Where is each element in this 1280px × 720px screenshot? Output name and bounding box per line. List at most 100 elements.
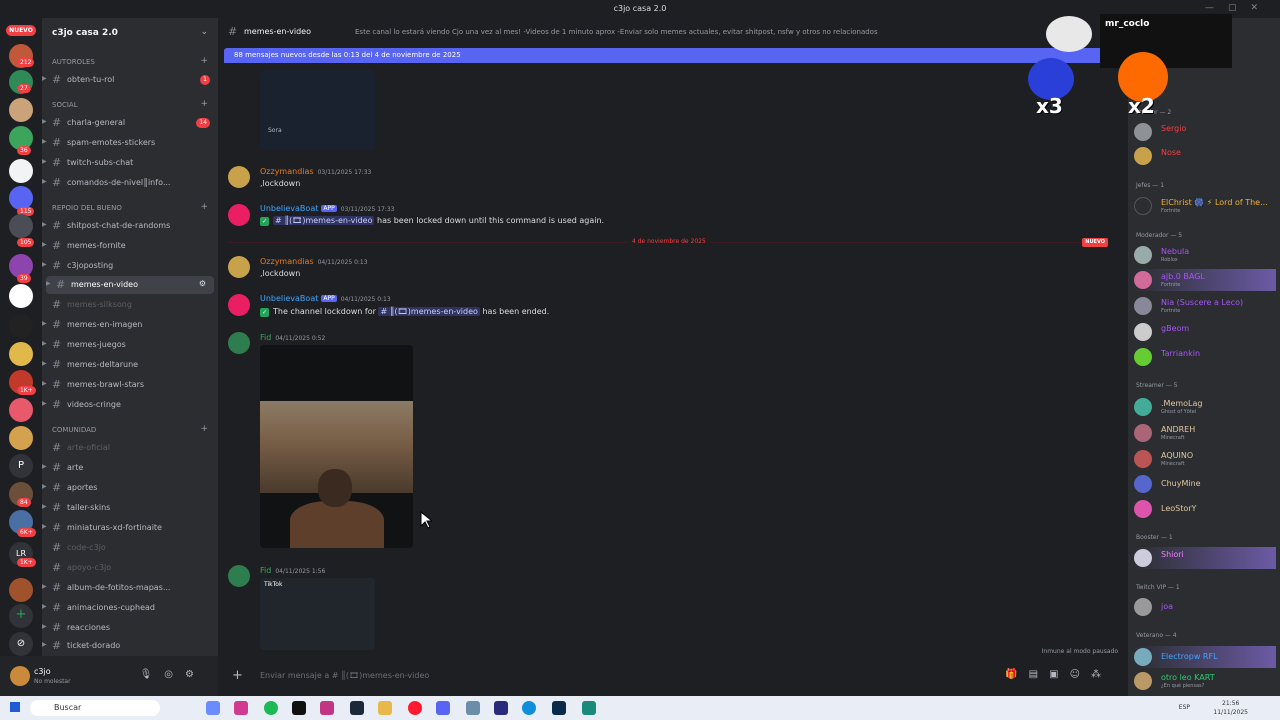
clock[interactable]: 21:56 11/11/2025 <box>1213 699 1248 717</box>
avatar[interactable] <box>228 166 250 188</box>
chevron-down-icon[interactable]: ⌄ <box>200 27 208 37</box>
channel-item[interactable]: ▶ # memes-juegos <box>42 336 218 354</box>
add-channel-icon[interactable]: + <box>200 202 208 212</box>
member-item[interactable]: LeoStorY <box>1134 498 1276 520</box>
app-icon[interactable] <box>466 701 480 715</box>
channel-item[interactable]: ▶ # memes-deltarune <box>42 356 218 374</box>
member-item[interactable]: Nebula Roblox <box>1134 244 1276 266</box>
member-item[interactable]: Electropw RFL <box>1134 646 1276 668</box>
username[interactable]: c3jo <box>34 667 51 676</box>
message-composer[interactable]: + Enviar mensaje a # ║(🎞)memes-en-video … <box>224 662 1122 690</box>
member-item[interactable]: Tarriankin <box>1134 346 1276 368</box>
channel-item[interactable]: # code-c3jo <box>42 539 218 557</box>
message-author[interactable]: Fid 04/11/2025 1:56 <box>260 566 325 575</box>
discord-icon[interactable] <box>436 701 450 715</box>
channel-item-active[interactable]: ▶ # memes-en-video ⚙ <box>46 276 214 294</box>
avatar[interactable] <box>228 204 250 226</box>
category-social[interactable]: SOCIAL <box>52 101 78 109</box>
member-item[interactable]: joa <box>1134 596 1276 618</box>
window-controls[interactable]: —▢✕ <box>1205 3 1272 13</box>
avatar[interactable] <box>228 256 250 278</box>
add-channel-icon[interactable]: + <box>200 424 208 434</box>
channel-item[interactable]: ▶ # twitch-subs-chat <box>42 154 218 172</box>
server-icon[interactable] <box>9 214 33 238</box>
channel-item[interactable]: ▶ # arte <box>42 459 218 477</box>
server-icon[interactable] <box>9 284 33 308</box>
guild-name[interactable]: c3jo casa 2.0 <box>52 28 118 38</box>
channel-item[interactable]: ▶ # animaciones-cuphead <box>42 599 218 617</box>
app-icon[interactable] <box>292 701 306 715</box>
add-channel-icon[interactable]: + <box>200 99 208 109</box>
server-icon[interactable] <box>9 98 33 122</box>
channel-item[interactable]: ▶ # memes-fornite <box>42 237 218 255</box>
server-icon[interactable]: P <box>9 454 33 478</box>
channel-item[interactable]: ▶ # taller-skins <box>42 499 218 517</box>
avatar[interactable] <box>228 565 250 587</box>
member-item[interactable]: AQUINO Minecraft <box>1134 448 1276 470</box>
video-attachment[interactable]: TikTok <box>260 578 375 650</box>
message-author[interactable]: UnbelievaBoat APP 04/11/2025 0:13 <box>260 294 391 303</box>
member-item[interactable]: ChuyMine <box>1134 473 1276 495</box>
channel-item[interactable]: ▶ # obten-tu-rol 1 <box>42 71 218 89</box>
member-item[interactable]: .MemoLag Ghost of Yōtei <box>1134 396 1276 418</box>
channel-item[interactable]: # apoyo-c3jo <box>42 559 218 577</box>
channel-item[interactable]: ▶ # memes-brawl-stars <box>42 376 218 394</box>
channel-item[interactable]: ▶ # charla-general 14 <box>42 114 218 132</box>
member-item[interactable]: ajb.0 BAGL Fortnite <box>1134 269 1276 291</box>
channel-item[interactable]: ▶ # reacciones <box>42 619 218 637</box>
channel-item[interactable]: # memes-silksong <box>42 296 218 314</box>
new-badge[interactable]: NUEVO <box>6 25 36 36</box>
server-icon[interactable] <box>9 159 33 183</box>
member-item[interactable]: Shiori <box>1134 547 1276 569</box>
channel-item[interactable]: # arte-oficial <box>42 439 218 457</box>
server-icon[interactable] <box>9 314 33 338</box>
video-embed[interactable]: Sora <box>260 70 375 150</box>
voice-controls[interactable]: 🎙◎⚙ <box>140 669 206 680</box>
channel-item[interactable]: ▶ # c3joposting <box>42 257 218 275</box>
member-item[interactable]: otro leo KART ¿En qué piensas? <box>1134 670 1276 692</box>
avatar[interactable] <box>228 294 250 316</box>
opera-icon[interactable] <box>408 701 422 715</box>
app-icon[interactable] <box>320 701 334 715</box>
add-attachment-icon[interactable]: + <box>232 668 243 683</box>
premiere-icon[interactable] <box>494 701 508 715</box>
category-autoroles[interactable]: AUTOROLES <box>52 58 95 66</box>
add-channel-icon[interactable]: + <box>200 56 208 66</box>
message-author[interactable]: UnbelievaBoat APP 03/11/2025 17:33 <box>260 204 394 213</box>
category-comunidad[interactable]: COMUNIDAD <box>52 426 96 434</box>
channel-item[interactable]: ▶ # miniaturas-xd-fortinaite <box>42 519 218 537</box>
spotify-icon[interactable] <box>264 701 278 715</box>
server-icon[interactable] <box>9 426 33 450</box>
channel-item[interactable]: ▶ # ticket-dorado <box>42 637 218 655</box>
channel-item[interactable]: ▶ # comandos-de-nivel║info... <box>42 174 218 192</box>
photoshop-icon[interactable] <box>552 701 566 715</box>
new-messages-bar[interactable]: 88 mensajes nuevos desde las 0:13 del 4 … <box>224 48 1122 63</box>
member-item[interactable]: ANDREH Minecraft <box>1134 422 1276 444</box>
message-input[interactable]: Enviar mensaje a # ║(🎞)memes-en-video <box>260 671 429 680</box>
app-icon[interactable] <box>206 701 220 715</box>
language-indicator[interactable]: ESP <box>1179 704 1190 711</box>
member-item[interactable]: Sergio <box>1134 121 1276 143</box>
channel-item[interactable]: ▶ # shitpost-chat-de-randoms <box>42 217 218 235</box>
member-item[interactable]: ElChrist 🎆 ⚡ Lord of The... Fortnite <box>1134 195 1276 217</box>
member-item[interactable]: Nia (Suscere a Leco) Fortnite <box>1134 295 1276 317</box>
settings-icon[interactable]: ⚙ <box>199 279 206 288</box>
add-server-icon[interactable]: + <box>9 604 33 628</box>
taskbar-search[interactable]: Buscar <box>30 700 160 716</box>
windows-start-icon[interactable] <box>10 702 20 712</box>
discover-icon[interactable]: ⊘ <box>9 632 33 656</box>
folder-icon[interactable] <box>378 701 392 715</box>
message-author[interactable]: Ozzymandias 03/11/2025 17:33 <box>260 167 371 176</box>
member-item[interactable]: gBeom <box>1134 321 1276 343</box>
member-item[interactable]: Nose <box>1134 145 1276 167</box>
server-icon[interactable] <box>9 398 33 422</box>
channel-topic[interactable]: Este canal lo estará viendo Cjo una vez … <box>355 28 878 36</box>
message-author[interactable]: Ozzymandias 04/11/2025 0:13 <box>260 257 368 266</box>
avatar[interactable] <box>228 332 250 354</box>
app-icon[interactable] <box>234 701 248 715</box>
app-icon[interactable] <box>582 701 596 715</box>
avatar[interactable] <box>10 666 30 686</box>
steam-icon[interactable] <box>350 701 364 715</box>
channel-item[interactable]: ▶ # memes-en-imagen <box>42 316 218 334</box>
server-icon[interactable] <box>9 342 33 366</box>
